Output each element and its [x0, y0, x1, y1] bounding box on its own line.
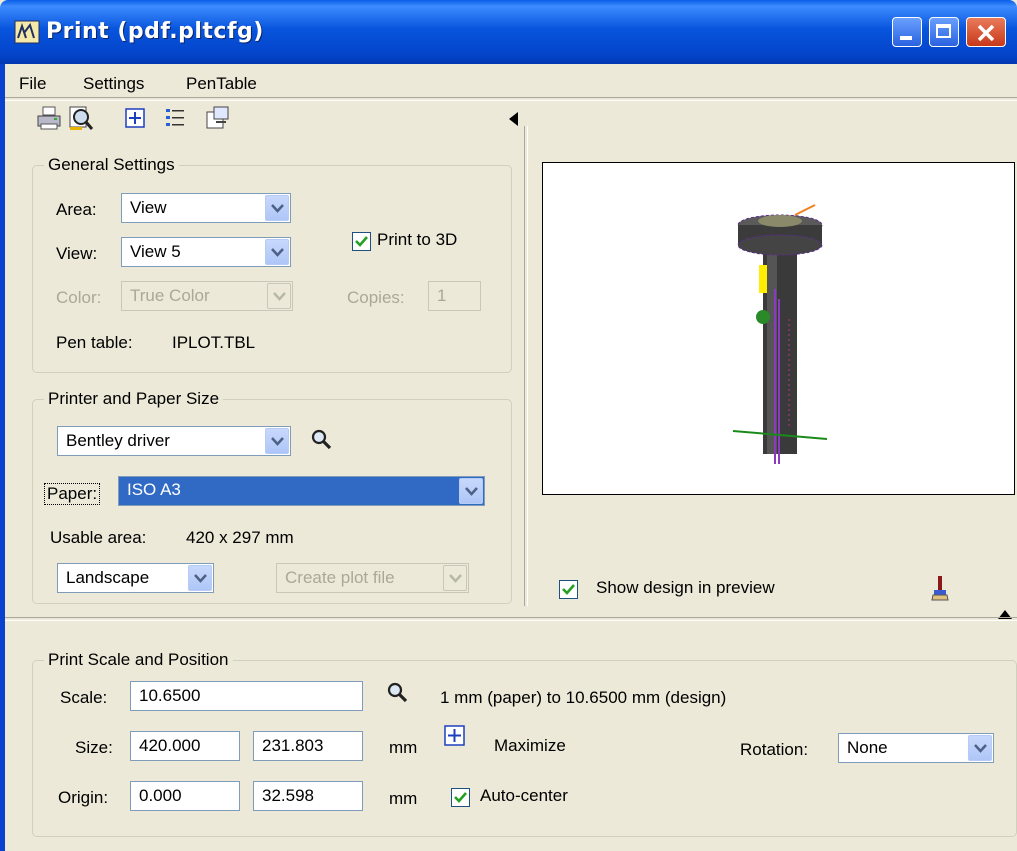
menu-pentable[interactable]: PenTable [186, 74, 257, 94]
title-bar[interactable]: Print (pdf.pltcfg) [0, 0, 1017, 64]
color-value: True Color [130, 286, 210, 305]
size-width-field[interactable]: 420.000 [130, 731, 240, 761]
checkmark-icon [454, 792, 467, 803]
orientation-combo[interactable]: Landscape [57, 563, 214, 593]
paper-combo[interactable]: ISO A3 [118, 476, 485, 506]
minimize-button[interactable] [892, 17, 922, 47]
auto-center-checkbox[interactable] [451, 788, 470, 807]
scale-position-title: Print Scale and Position [44, 650, 233, 670]
printer-driver-value: Bentley driver [66, 431, 170, 450]
maximize-label[interactable]: Maximize [494, 736, 566, 756]
print-to-3d-checkbox[interactable] [352, 232, 371, 251]
close-button[interactable] [966, 17, 1006, 47]
chevron-down-icon [443, 565, 467, 591]
rotation-combo[interactable]: None [838, 733, 994, 763]
origin-unit: mm [389, 789, 418, 808]
general-settings-title: General Settings [44, 155, 179, 175]
list-icon[interactable] [162, 104, 190, 132]
chevron-down-icon[interactable] [459, 478, 483, 504]
view-label: View: [56, 244, 98, 263]
collapse-up-arrow-icon[interactable] [998, 604, 1012, 624]
size-height-value: 231.803 [262, 736, 324, 755]
origin-label: Origin: [58, 788, 109, 807]
maximize-icon[interactable] [122, 104, 150, 132]
printer-driver-combo[interactable]: Bentley driver [57, 426, 291, 456]
paper-label: Paper: [44, 483, 101, 505]
window-title: Print (pdf.pltcfg) [46, 19, 264, 44]
size-width-value: 420.000 [139, 736, 201, 755]
maximize-icon[interactable] [443, 724, 467, 748]
app-icon [14, 20, 40, 44]
printer-icon[interactable] [35, 104, 63, 132]
collapse-left-arrow-icon[interactable] [509, 111, 519, 131]
scale-field[interactable]: 10.6500 [130, 681, 363, 711]
view-value: View 5 [130, 242, 181, 261]
view-combo[interactable]: View 5 [121, 237, 291, 267]
print-preview-area[interactable] [542, 162, 1015, 495]
chevron-down-icon[interactable] [265, 428, 289, 454]
export-icon[interactable] [204, 104, 232, 132]
copies-label: Copies: [347, 288, 405, 307]
chevron-down-icon[interactable] [188, 565, 212, 591]
color-combo[interactable]: True Color [121, 281, 293, 311]
menu-settings[interactable]: Settings [83, 74, 144, 94]
origin-y-value: 32.598 [262, 786, 314, 805]
chevron-down-icon[interactable] [265, 195, 289, 221]
print-to-3d-label[interactable]: Print to 3D [377, 230, 457, 250]
checkmark-icon [355, 236, 368, 247]
origin-y-field[interactable]: 32.598 [253, 781, 363, 811]
size-height-field[interactable]: 231.803 [253, 731, 363, 761]
menu-separator [5, 97, 1017, 101]
checkmark-icon [562, 584, 575, 595]
origin-x-value: 0.000 [139, 786, 182, 805]
print-preview-icon[interactable] [67, 104, 95, 132]
size-label: Size: [75, 738, 113, 757]
usable-area-label: Usable area: [50, 528, 147, 547]
size-unit: mm [389, 738, 418, 757]
copies-value: 1 [437, 286, 447, 305]
chevron-down-icon[interactable] [968, 735, 992, 761]
show-design-label[interactable]: Show design in preview [596, 578, 775, 598]
area-label: Area: [56, 200, 97, 219]
scale-description: 1 mm (paper) to 10.6500 mm (design) [440, 688, 727, 707]
vertical-splitter[interactable] [524, 126, 528, 606]
paper-value: ISO A3 [127, 480, 181, 499]
create-plot-file-combo[interactable]: Create plot file [276, 563, 469, 593]
paintbrush-icon[interactable] [928, 574, 952, 602]
close-icon [977, 24, 995, 42]
search-icon[interactable] [385, 680, 411, 706]
orientation-value: Landscape [66, 568, 150, 587]
pen-table-label: Pen table: [56, 333, 133, 352]
create-plot-file-value: Create plot file [285, 568, 395, 587]
color-label: Color: [56, 288, 102, 307]
window-border [0, 64, 5, 851]
area-combo[interactable]: View [121, 193, 291, 223]
copies-field[interactable]: 1 [428, 281, 481, 311]
chevron-down-icon [267, 283, 291, 309]
rotation-value: None [847, 738, 888, 757]
area-value: View [130, 198, 167, 217]
scale-value: 10.6500 [139, 686, 201, 705]
maximize-window-button[interactable] [929, 17, 959, 47]
chevron-down-icon[interactable] [265, 239, 289, 265]
design-preview-image [732, 204, 828, 464]
origin-x-field[interactable]: 0.000 [130, 781, 240, 811]
show-design-checkbox[interactable] [559, 580, 578, 599]
pen-table-value: IPLOT.TBL [172, 333, 256, 352]
scale-label: Scale: [60, 688, 108, 707]
menu-file[interactable]: File [19, 74, 46, 94]
printer-paper-title: Printer and Paper Size [44, 389, 224, 409]
rotation-label: Rotation: [740, 740, 809, 759]
auto-center-label[interactable]: Auto-center [480, 786, 568, 806]
usable-area-value: 420 x 297 mm [186, 528, 294, 547]
search-icon[interactable] [309, 427, 335, 453]
horizontal-splitter[interactable] [5, 617, 1017, 621]
